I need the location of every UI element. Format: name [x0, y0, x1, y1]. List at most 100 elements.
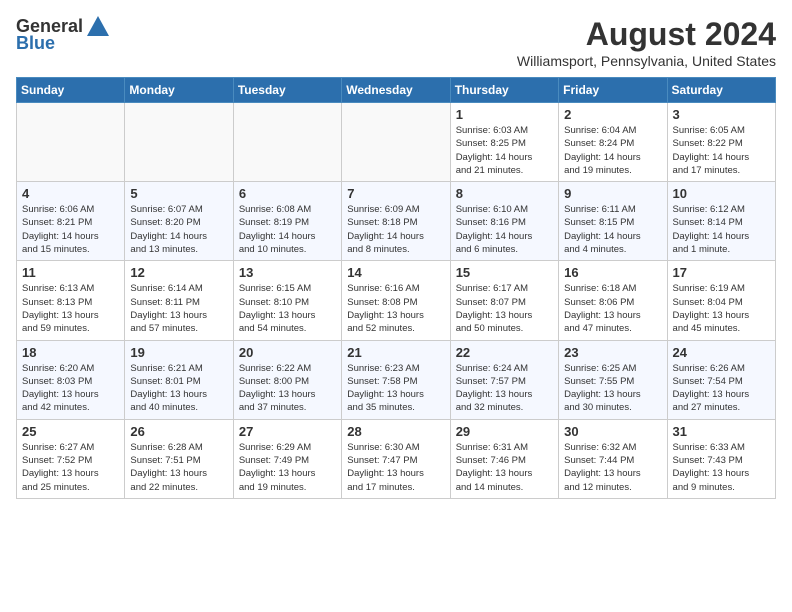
calendar-cell: 4 Sunrise: 6:06 AM Sunset: 8:21 PM Daylig…: [17, 182, 125, 261]
calendar-cell: 27 Sunrise: 6:29 AM Sunset: 7:49 PM Dayli…: [233, 419, 341, 498]
day-number: 11: [22, 265, 119, 280]
day-header-sunday: Sunday: [17, 78, 125, 103]
logo: General Blue: [16, 16, 109, 54]
calendar-cell: 24 Sunrise: 6:26 AM Sunset: 7:54 PM Dayli…: [667, 340, 775, 419]
day-info: Sunrise: 6:12 AM Sunset: 8:14 PM Dayligh…: [673, 203, 770, 256]
header-row: SundayMondayTuesdayWednesdayThursdayFrid…: [17, 78, 776, 103]
day-header-saturday: Saturday: [667, 78, 775, 103]
day-info: Sunrise: 6:14 AM Sunset: 8:11 PM Dayligh…: [130, 282, 227, 335]
calendar-cell: 6Sunrise: 6:08 AM Sunset: 8:19 PM Daylig…: [233, 182, 341, 261]
day-info: Sunrise: 6:25 AM Sunset: 7:55 PM Dayligh…: [564, 362, 661, 415]
calendar-cell: 2 Sunrise: 6:04 AM Sunset: 8:24 PM Daylig…: [559, 103, 667, 182]
day-number: 3: [673, 107, 770, 122]
day-number: 2: [564, 107, 661, 122]
day-header-friday: Friday: [559, 78, 667, 103]
day-info: Sunrise: 6:13 AM Sunset: 8:13 PM Dayligh…: [22, 282, 119, 335]
day-number: 5: [130, 186, 227, 201]
day-info: Sunrise: 6:26 AM Sunset: 7:54 PM Dayligh…: [673, 362, 770, 415]
calendar-week-2: 4 Sunrise: 6:06 AM Sunset: 8:21 PM Daylig…: [17, 182, 776, 261]
day-number: 30: [564, 424, 661, 439]
calendar-cell: 26Sunrise: 6:28 AM Sunset: 7:51 PM Dayli…: [125, 419, 233, 498]
calendar-cell: 11 Sunrise: 6:13 AM Sunset: 8:13 PM Dayli…: [17, 261, 125, 340]
calendar-cell: 8Sunrise: 6:10 AM Sunset: 8:16 PM Daylig…: [450, 182, 558, 261]
day-number: 4: [22, 186, 119, 201]
day-number: 25: [22, 424, 119, 439]
day-info: Sunrise: 6:27 AM Sunset: 7:52 PM Dayligh…: [22, 441, 119, 494]
day-number: 19: [130, 345, 227, 360]
day-info: Sunrise: 6:05 AM Sunset: 8:22 PM Dayligh…: [673, 124, 770, 177]
day-info: Sunrise: 6:22 AM Sunset: 8:00 PM Dayligh…: [239, 362, 336, 415]
day-info: Sunrise: 6:09 AM Sunset: 8:18 PM Dayligh…: [347, 203, 444, 256]
calendar-cell: 18Sunrise: 6:20 AM Sunset: 8:03 PM Dayli…: [17, 340, 125, 419]
day-number: 31: [673, 424, 770, 439]
month-title: August 2024: [517, 16, 776, 53]
day-number: 8: [456, 186, 553, 201]
day-info: Sunrise: 6:23 AM Sunset: 7:58 PM Dayligh…: [347, 362, 444, 415]
day-header-thursday: Thursday: [450, 78, 558, 103]
logo-blue-text: Blue: [16, 33, 55, 54]
calendar-cell: 12Sunrise: 6:14 AM Sunset: 8:11 PM Dayli…: [125, 261, 233, 340]
calendar-cell: 20 Sunrise: 6:22 AM Sunset: 8:00 PM Dayli…: [233, 340, 341, 419]
day-number: 14: [347, 265, 444, 280]
day-info: Sunrise: 6:31 AM Sunset: 7:46 PM Dayligh…: [456, 441, 553, 494]
day-info: Sunrise: 6:04 AM Sunset: 8:24 PM Dayligh…: [564, 124, 661, 177]
day-number: 15: [456, 265, 553, 280]
day-info: Sunrise: 6:15 AM Sunset: 8:10 PM Dayligh…: [239, 282, 336, 335]
day-number: 27: [239, 424, 336, 439]
logo-icon: [87, 16, 109, 36]
day-number: 18: [22, 345, 119, 360]
page-header: General Blue August 2024 Williamsport, P…: [16, 16, 776, 69]
calendar-cell: 15 Sunrise: 6:17 AM Sunset: 8:07 PM Dayli…: [450, 261, 558, 340]
calendar-cell: 13 Sunrise: 6:15 AM Sunset: 8:10 PM Dayli…: [233, 261, 341, 340]
day-number: 6: [239, 186, 336, 201]
day-info: Sunrise: 6:33 AM Sunset: 7:43 PM Dayligh…: [673, 441, 770, 494]
day-header-tuesday: Tuesday: [233, 78, 341, 103]
day-number: 29: [456, 424, 553, 439]
day-number: 16: [564, 265, 661, 280]
calendar-cell: 29 Sunrise: 6:31 AM Sunset: 7:46 PM Dayli…: [450, 419, 558, 498]
day-number: 9: [564, 186, 661, 201]
calendar-cell: 25 Sunrise: 6:27 AM Sunset: 7:52 PM Dayli…: [17, 419, 125, 498]
calendar-cell: 14Sunrise: 6:16 AM Sunset: 8:08 PM Dayli…: [342, 261, 450, 340]
calendar-body: 1 Sunrise: 6:03 AM Sunset: 8:25 PM Daylig…: [17, 103, 776, 499]
location-text: Williamsport, Pennsylvania, United State…: [517, 53, 776, 69]
day-number: 28: [347, 424, 444, 439]
day-info: Sunrise: 6:29 AM Sunset: 7:49 PM Dayligh…: [239, 441, 336, 494]
day-header-monday: Monday: [125, 78, 233, 103]
day-info: Sunrise: 6:06 AM Sunset: 8:21 PM Dayligh…: [22, 203, 119, 256]
calendar-week-4: 18Sunrise: 6:20 AM Sunset: 8:03 PM Dayli…: [17, 340, 776, 419]
calendar-cell: 9 Sunrise: 6:11 AM Sunset: 8:15 PM Daylig…: [559, 182, 667, 261]
day-number: 1: [456, 107, 553, 122]
day-info: Sunrise: 6:30 AM Sunset: 7:47 PM Dayligh…: [347, 441, 444, 494]
calendar-cell: 23 Sunrise: 6:25 AM Sunset: 7:55 PM Dayli…: [559, 340, 667, 419]
calendar-cell: 22Sunrise: 6:24 AM Sunset: 7:57 PM Dayli…: [450, 340, 558, 419]
day-info: Sunrise: 6:11 AM Sunset: 8:15 PM Dayligh…: [564, 203, 661, 256]
day-info: Sunrise: 6:19 AM Sunset: 8:04 PM Dayligh…: [673, 282, 770, 335]
calendar-cell: 21Sunrise: 6:23 AM Sunset: 7:58 PM Dayli…: [342, 340, 450, 419]
day-number: 23: [564, 345, 661, 360]
day-info: Sunrise: 6:21 AM Sunset: 8:01 PM Dayligh…: [130, 362, 227, 415]
calendar-week-5: 25 Sunrise: 6:27 AM Sunset: 7:52 PM Dayli…: [17, 419, 776, 498]
calendar-cell: 19 Sunrise: 6:21 AM Sunset: 8:01 PM Dayli…: [125, 340, 233, 419]
calendar-cell: [125, 103, 233, 182]
day-number: 13: [239, 265, 336, 280]
calendar-cell: [342, 103, 450, 182]
calendar-cell: 10 Sunrise: 6:12 AM Sunset: 8:14 PM Dayli…: [667, 182, 775, 261]
calendar-cell: 17 Sunrise: 6:19 AM Sunset: 8:04 PM Dayli…: [667, 261, 775, 340]
calendar-cell: [17, 103, 125, 182]
calendar-header: SundayMondayTuesdayWednesdayThursdayFrid…: [17, 78, 776, 103]
day-info: Sunrise: 6:32 AM Sunset: 7:44 PM Dayligh…: [564, 441, 661, 494]
calendar-cell: 1 Sunrise: 6:03 AM Sunset: 8:25 PM Daylig…: [450, 103, 558, 182]
day-info: Sunrise: 6:07 AM Sunset: 8:20 PM Dayligh…: [130, 203, 227, 256]
day-number: 10: [673, 186, 770, 201]
calendar-cell: 3 Sunrise: 6:05 AM Sunset: 8:22 PM Daylig…: [667, 103, 775, 182]
day-info: Sunrise: 6:28 AM Sunset: 7:51 PM Dayligh…: [130, 441, 227, 494]
calendar-cell: 7Sunrise: 6:09 AM Sunset: 8:18 PM Daylig…: [342, 182, 450, 261]
day-number: 20: [239, 345, 336, 360]
day-info: Sunrise: 6:03 AM Sunset: 8:25 PM Dayligh…: [456, 124, 553, 177]
day-info: Sunrise: 6:18 AM Sunset: 8:06 PM Dayligh…: [564, 282, 661, 335]
calendar-week-3: 11 Sunrise: 6:13 AM Sunset: 8:13 PM Dayli…: [17, 261, 776, 340]
day-number: 17: [673, 265, 770, 280]
day-info: Sunrise: 6:17 AM Sunset: 8:07 PM Dayligh…: [456, 282, 553, 335]
day-number: 24: [673, 345, 770, 360]
